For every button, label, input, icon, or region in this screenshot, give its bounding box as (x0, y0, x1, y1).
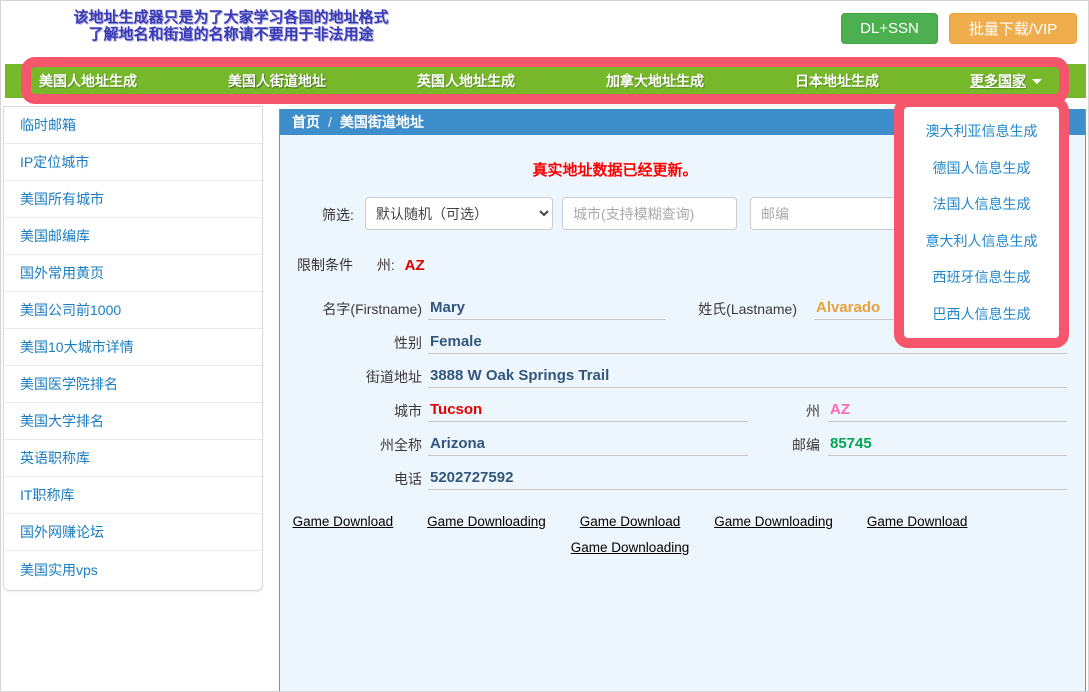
dropdown-item-germany[interactable]: 德国人信息生成 (933, 158, 1031, 178)
update-notice: 真实地址数据已经更新。 (280, 159, 950, 180)
breadcrumb-home[interactable]: 首页 (292, 112, 320, 132)
game-download-link[interactable]: Game Downloading (427, 514, 546, 529)
nav-item-uk-address[interactable]: 英国人地址生成 (417, 71, 515, 91)
nav-item-japan-address[interactable]: 日本地址生成 (795, 71, 879, 91)
chevron-down-icon (1032, 79, 1042, 84)
filter-select[interactable]: 默认随机（可选） (365, 197, 553, 230)
state-full-value: Arizona (428, 431, 748, 456)
sidebar-item-us-top1000[interactable]: 美国公司前1000 (4, 292, 262, 329)
phone-label: 电话 (280, 469, 422, 489)
game-download-link[interactable]: Game Download (580, 514, 681, 529)
dropdown-item-italy[interactable]: 意大利人信息生成 (926, 231, 1038, 251)
breadcrumb-separator: / (328, 114, 332, 130)
nav-item-canada-address[interactable]: 加拿大地址生成 (606, 71, 704, 91)
form-row-statefull-zip: 州全称 Arizona 邮编 85745 (280, 431, 1067, 457)
header-warning: 该地址生成器只是为了大家学习各国的地址格式 了解地名和街道的名称请不要用于非法用… (31, 9, 431, 43)
game-download-link[interactable]: Game Download (293, 514, 394, 529)
dropdown-item-australia[interactable]: 澳大利亚信息生成 (926, 121, 1038, 141)
sidebar-item-forums[interactable]: 国外网赚论坛 (4, 514, 262, 551)
main-nav: 美国人地址生成 美国人街道地址 英国人地址生成 加拿大地址生成 日本地址生成 更… (5, 64, 1086, 98)
constraint-state-label: 州: (377, 257, 395, 273)
city-value: Tucson (428, 397, 748, 422)
form-row-city-state: 城市 Tucson 州 AZ (280, 397, 1067, 423)
game-download-link[interactable]: Game Downloading (571, 540, 690, 555)
phone-value: 5202727592 (428, 465, 1067, 490)
state-full-label: 州全称 (280, 435, 422, 455)
sidebar: 临时邮箱 IP定位城市 美国所有城市 美国邮编库 国外常用黄页 美国公司前100… (3, 106, 263, 591)
state-value: AZ (828, 397, 1067, 422)
firstname-value: Mary (428, 295, 666, 320)
city-label: 城市 (280, 401, 422, 421)
lastname-label: 姓氏(Lastname) (670, 299, 797, 319)
sidebar-item-temp-mail[interactable]: 临时邮箱 (4, 107, 262, 144)
form-row-phone: 电话 5202727592 (280, 465, 1067, 491)
constraint-state-value: AZ (405, 257, 425, 274)
constraint-label: 限制条件 (297, 257, 353, 273)
page-container: 该地址生成器只是为了大家学习各国的地址格式 了解地名和街道的名称请不要用于非法用… (0, 0, 1089, 692)
sidebar-item-english-titles[interactable]: 英语职称库 (4, 440, 262, 477)
sidebar-item-us-vps[interactable]: 美国实用vps (4, 551, 262, 588)
zip-input[interactable] (750, 197, 898, 230)
gender-label: 性别 (280, 333, 422, 353)
sidebar-item-med-school-rank[interactable]: 美国医学院排名 (4, 366, 262, 403)
more-countries-label: 更多国家 (970, 71, 1026, 91)
dropdown-item-spain[interactable]: 西班牙信息生成 (933, 267, 1031, 287)
nav-item-more-countries[interactable]: 更多国家 (970, 71, 1042, 91)
nav-item-us-address[interactable]: 美国人地址生成 (39, 71, 137, 91)
more-countries-dropdown: 澳大利亚信息生成 德国人信息生成 法国人信息生成 意大利人信息生成 西班牙信息生… (904, 107, 1059, 338)
firstname-label: 名字(Firstname) (280, 299, 422, 319)
game-download-link[interactable]: Game Downloading (714, 514, 833, 529)
zip-value: 85745 (828, 431, 1067, 456)
dropdown-item-france[interactable]: 法国人信息生成 (933, 194, 1031, 214)
sidebar-item-university-rank[interactable]: 美国大学排名 (4, 403, 262, 440)
sidebar-item-us-zip-db[interactable]: 美国邮编库 (4, 218, 262, 255)
dl-ssn-button[interactable]: DL+SSN (841, 13, 938, 44)
sidebar-item-yellow-pages[interactable]: 国外常用黄页 (4, 255, 262, 292)
state-label: 州 (720, 401, 820, 421)
city-input[interactable] (562, 197, 737, 230)
batch-download-vip-button[interactable]: 批量下载/VIP (949, 13, 1077, 44)
street-value: 3888 W Oak Springs Trail (428, 363, 1067, 388)
breadcrumb-current: 美国街道地址 (340, 112, 424, 132)
dropdown-item-brazil[interactable]: 巴西人信息生成 (933, 304, 1031, 324)
warning-line-2: 了解地名和街道的名称请不要用于非法用途 (31, 26, 431, 43)
sidebar-item-ip-city[interactable]: IP定位城市 (4, 144, 262, 181)
sidebar-item-it-titles[interactable]: IT职称库 (4, 477, 262, 514)
form-row-street: 街道地址 3888 W Oak Springs Trail (280, 363, 1067, 389)
nav-item-us-street-address[interactable]: 美国人街道地址 (228, 71, 326, 91)
game-download-link[interactable]: Game Download (867, 514, 968, 529)
sidebar-item-us-all-cities[interactable]: 美国所有城市 (4, 181, 262, 218)
warning-line-1: 该地址生成器只是为了大家学习各国的地址格式 (31, 9, 431, 26)
street-label: 街道地址 (280, 367, 422, 387)
constraint-row: 限制条件 州: AZ (297, 255, 425, 275)
zip-label: 邮编 (720, 435, 820, 455)
game-links-row2: Game Downloading (280, 540, 980, 555)
sidebar-item-us-top10-cities[interactable]: 美国10大城市详情 (4, 329, 262, 366)
filter-label: 筛选: (322, 205, 354, 225)
game-links-row1: Game Download Game Downloading Game Down… (280, 514, 980, 529)
